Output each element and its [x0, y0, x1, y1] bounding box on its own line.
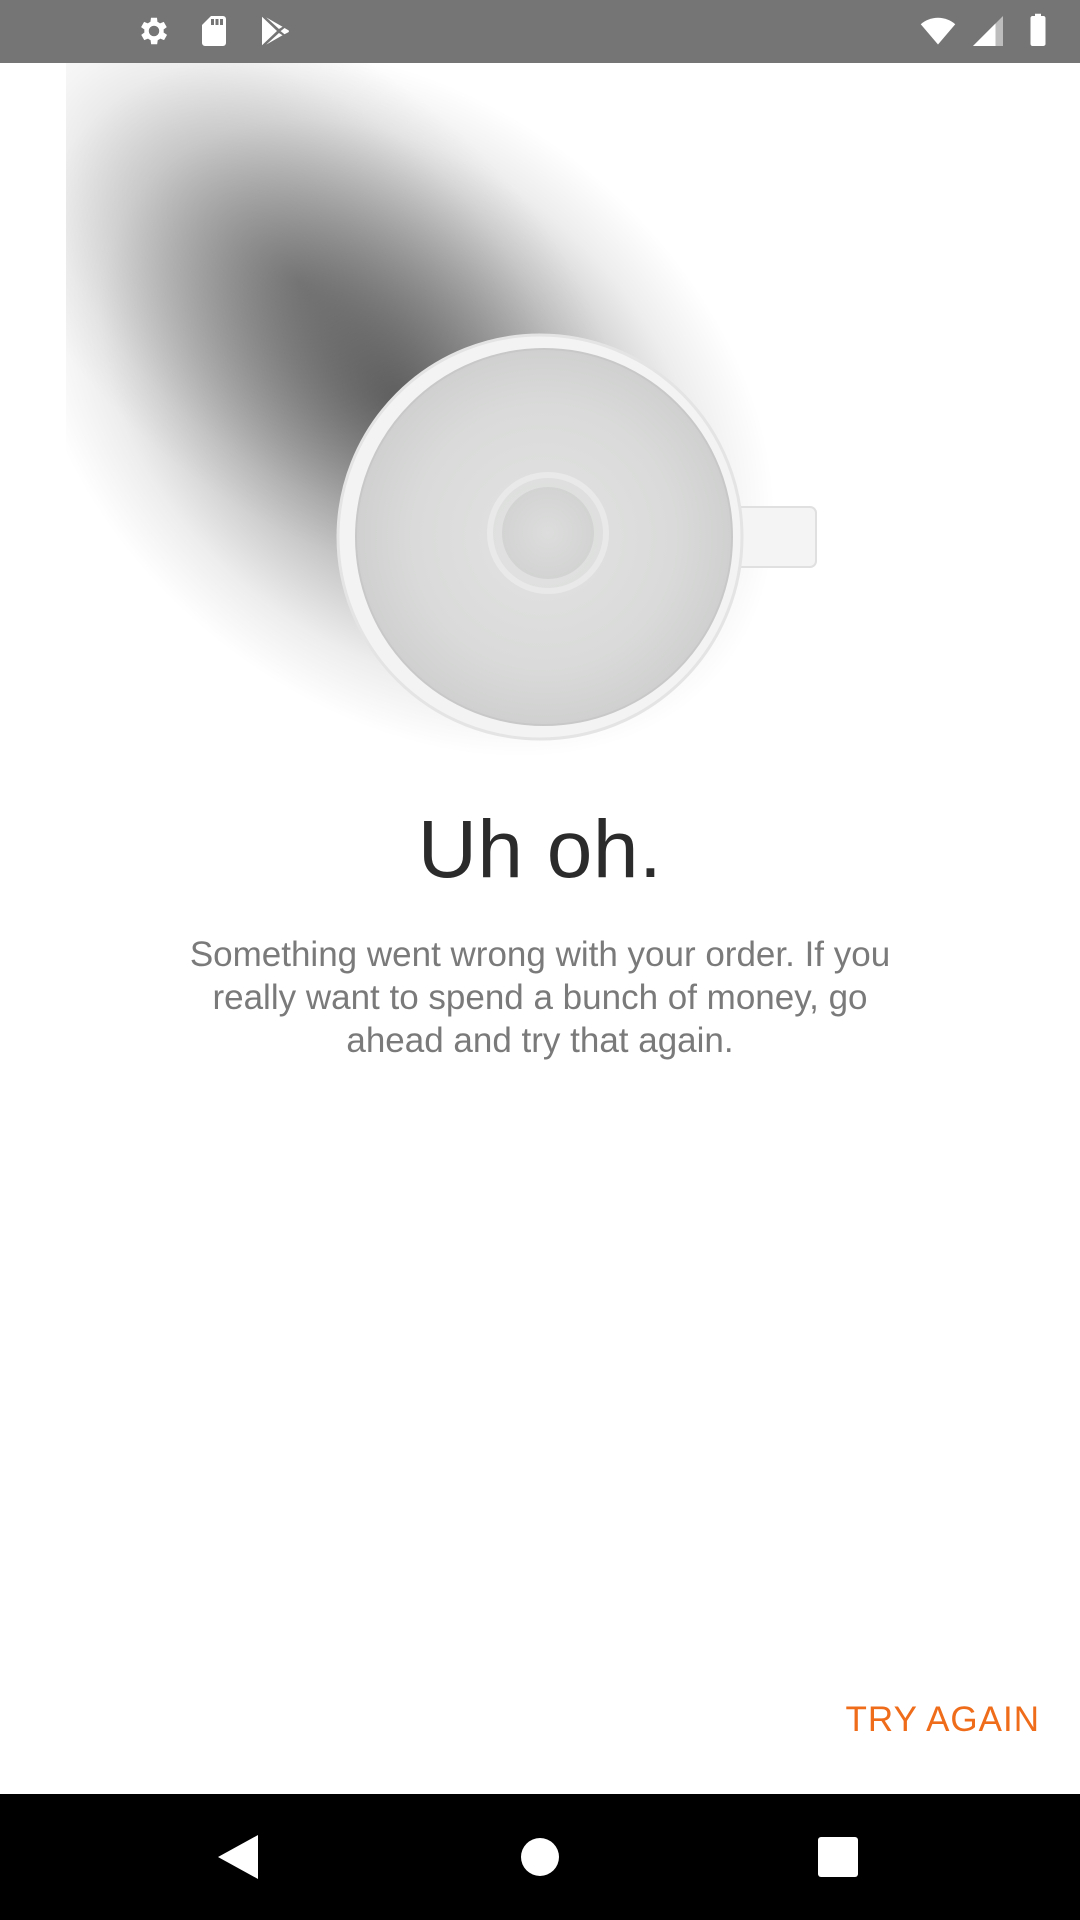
error-title: Uh oh. [417, 804, 663, 895]
empty-cup-illustration [66, 63, 817, 758]
cell-signal-icon [973, 16, 1003, 46]
status-system-icons [920, 12, 1056, 50]
battery-icon [1030, 13, 1046, 46]
status-notification-icons [136, 12, 292, 50]
back-icon[interactable] [208, 1827, 268, 1887]
content-area: Uh oh. Something went wrong with your or… [0, 63, 1080, 1794]
sd-card-icon [202, 16, 226, 46]
recents-icon[interactable] [808, 1827, 868, 1887]
status-bar [0, 0, 1080, 63]
home-icon[interactable] [510, 1827, 570, 1887]
error-screen: Uh oh. Something went wrong with your or… [0, 0, 1080, 1920]
try-again-button[interactable]: TRY AGAIN [846, 1700, 1040, 1740]
play-store-icon [262, 16, 289, 46]
navigation-bar [0, 1794, 1080, 1920]
settings-icon [141, 17, 168, 45]
error-message: Something went wrong with your order. If… [189, 935, 891, 1060]
wifi-icon [920, 17, 956, 45]
